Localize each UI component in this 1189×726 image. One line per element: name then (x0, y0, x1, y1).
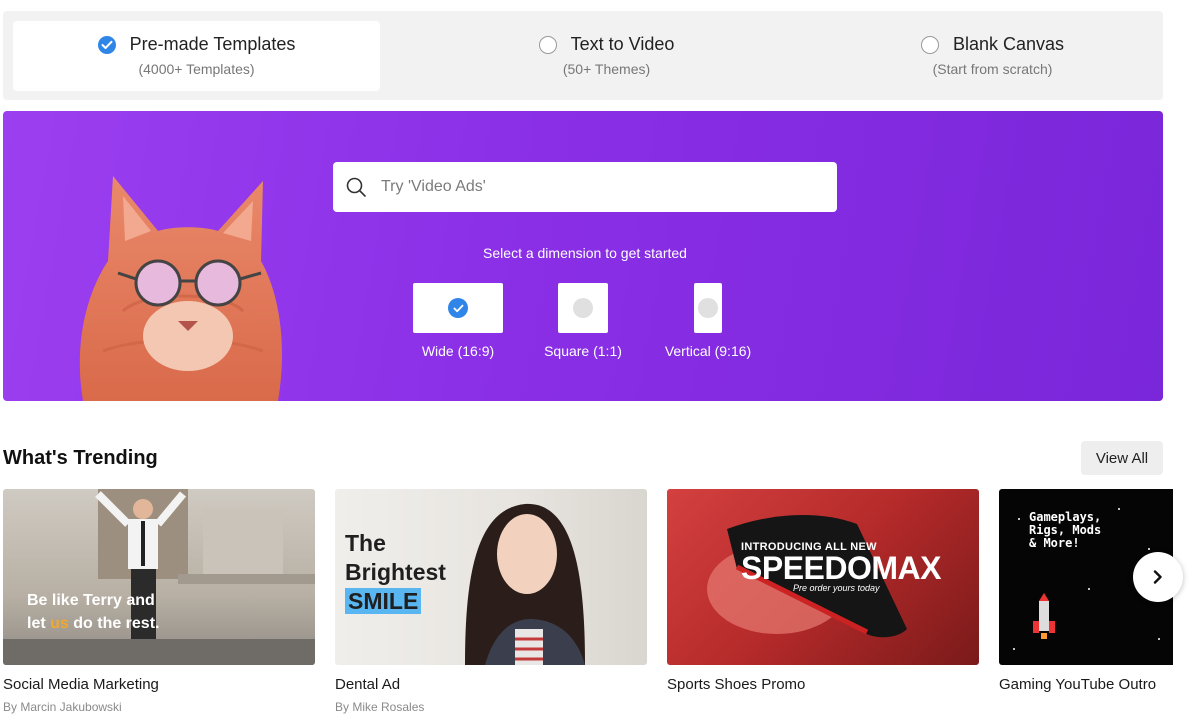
unchecked-dot-icon (698, 298, 718, 318)
option-title: Pre-made Templates (129, 34, 296, 54)
option-premade-templates[interactable]: Pre-made Templates (4000+ Templates) (13, 21, 380, 91)
template-author: By Marcin Jakubowski (3, 700, 122, 714)
checked-radio-icon (97, 35, 116, 54)
overlay-text: do the rest. (68, 615, 160, 632)
option-title: Text to Video (570, 34, 675, 54)
template-name: Social Media Marketing (3, 676, 159, 693)
template-card[interactable]: INTRODUCING ALL NEW SPEEDOMAX Pre order … (667, 489, 979, 700)
overlay-text: Brightest (345, 559, 446, 585)
template-type-selector: Pre-made Templates (4000+ Templates) Tex… (3, 11, 1163, 100)
radio-icon (920, 35, 939, 54)
option-blank-canvas[interactable]: Blank Canvas (Start from scratch) (809, 21, 1176, 91)
overlay-accent-text: us (50, 615, 69, 632)
template-thumbnail[interactable]: The Brightest SMILE (335, 489, 647, 665)
chevron-right-icon (1153, 570, 1162, 584)
overlay-text: & More! (1029, 536, 1080, 550)
template-search-bar[interactable] (333, 162, 837, 212)
template-thumbnail[interactable]: INTRODUCING ALL NEW SPEEDOMAX Pre order … (667, 489, 979, 665)
carousel-next-button[interactable] (1133, 552, 1183, 602)
overlay-highlight-text: SMILE (345, 588, 422, 614)
dimension-wide-box[interactable] (413, 283, 503, 333)
template-author: By Mike Rosales (335, 700, 425, 714)
radio-icon (538, 35, 557, 54)
option-subtitle: (4000+ Templates) (138, 61, 255, 77)
option-subtitle: (50+ Themes) (562, 61, 651, 77)
cat-with-sunglasses-image (79, 176, 282, 401)
dimension-vertical-box[interactable] (694, 283, 722, 333)
dimension-square-box[interactable] (558, 283, 608, 333)
unchecked-dot-icon (573, 298, 593, 318)
dimension-square[interactable]: Square (1:1) (543, 283, 623, 359)
dimension-label: Square (1:1) (544, 343, 622, 359)
search-input[interactable] (381, 178, 801, 196)
trending-carousel: Be like Terry and let us do the rest. So… (0, 489, 1173, 726)
template-name: Gaming YouTube Outro (999, 676, 1157, 693)
search-icon (346, 177, 366, 197)
dimension-wide[interactable]: Wide (16:9) (413, 283, 503, 359)
dimension-label: Wide (16:9) (421, 343, 495, 359)
template-card[interactable]: Be like Terry and let us do the rest. So… (3, 489, 315, 714)
overlay-text: Be like Terry and (27, 592, 155, 609)
option-title: Blank Canvas (952, 34, 1065, 54)
dimension-vertical[interactable]: Vertical (9:16) (663, 283, 753, 359)
view-all-button[interactable]: View All (1081, 441, 1163, 475)
overlay-text: The (345, 530, 386, 556)
checked-icon (448, 298, 468, 318)
overlay-text: let (27, 615, 51, 632)
section-title: What's Trending (3, 447, 158, 469)
template-card[interactable]: The Brightest SMILE Dental Ad By Mike Ro… (335, 489, 647, 714)
office-scene-image (3, 489, 315, 665)
dimension-prompt: Select a dimension to get started (483, 245, 687, 261)
overlay-text: SPEEDOMAX (741, 550, 941, 586)
option-text-to-video[interactable]: Text to Video (50+ Themes) (423, 21, 790, 91)
hero-banner: Select a dimension to get started Wide (… (3, 111, 1163, 401)
option-subtitle: (Start from scratch) (932, 61, 1053, 77)
template-thumbnail[interactable]: Be like Terry and let us do the rest. (3, 489, 315, 665)
dimension-label: Vertical (9:16) (664, 343, 752, 359)
template-name: Sports Shoes Promo (667, 676, 806, 693)
template-name: Dental Ad (335, 676, 401, 693)
